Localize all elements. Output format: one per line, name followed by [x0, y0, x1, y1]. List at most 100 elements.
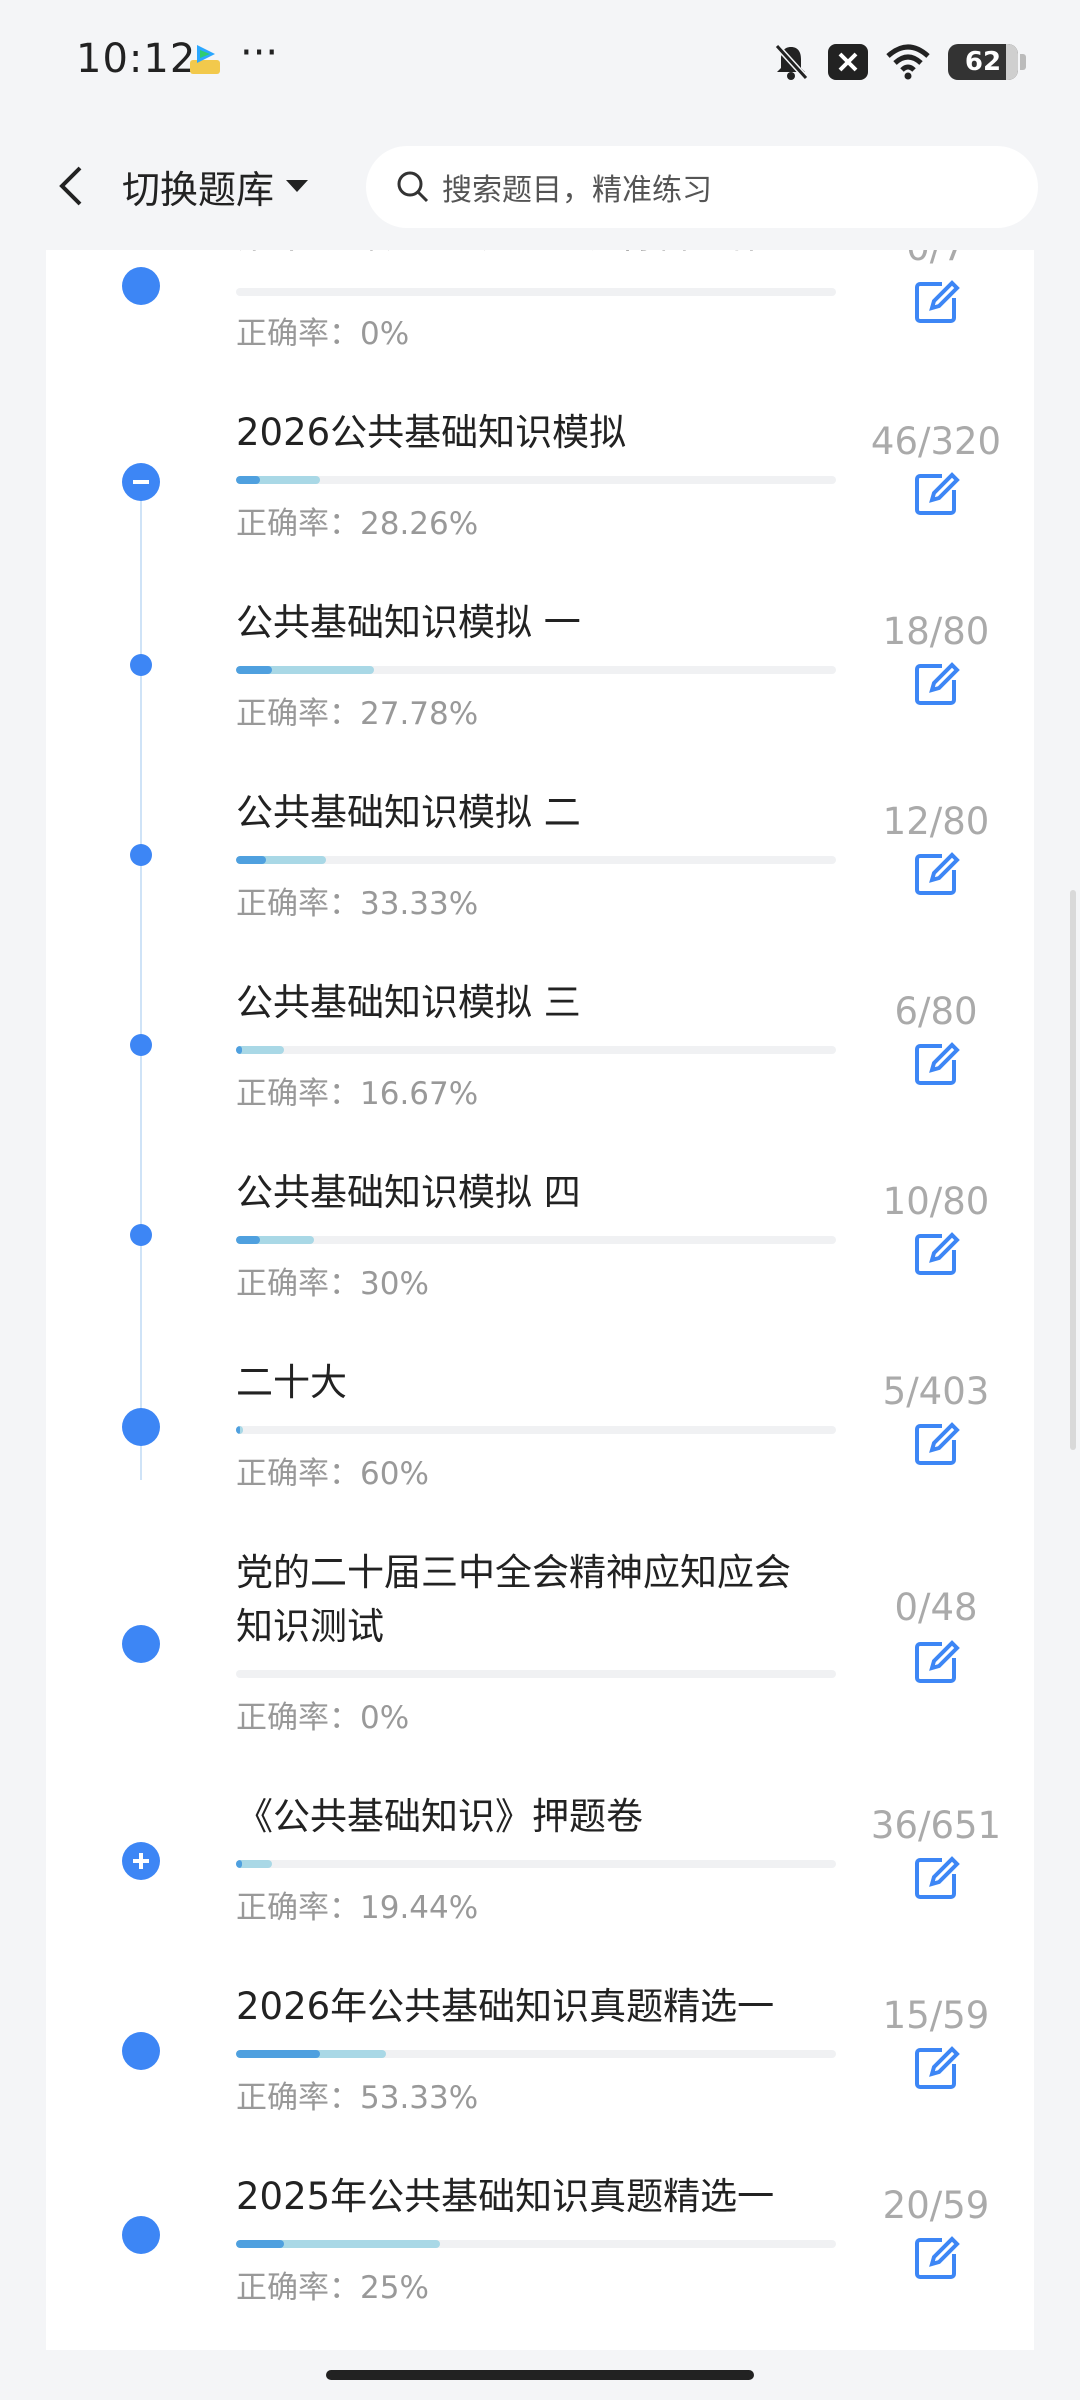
row-count: 10/80	[882, 1180, 990, 1223]
row-accuracy: 正确率：28.26%	[236, 506, 479, 542]
progress-bar	[236, 1236, 836, 1244]
timeline-dot	[122, 2032, 160, 2070]
correct-fill	[236, 2050, 320, 2058]
row-title: 第十一部分 主观论述及材料写作	[236, 250, 836, 262]
correct-fill	[236, 476, 260, 484]
progress-bar	[236, 666, 836, 674]
progress-bar	[236, 1670, 836, 1678]
row-accuracy: 正确率：16.67%	[236, 1076, 479, 1112]
timeline-dot	[130, 1224, 152, 1246]
row-title: 公共基础知识模拟 二	[236, 791, 581, 834]
row-accuracy: 正确率：0%	[236, 316, 410, 352]
edit-icon[interactable]	[912, 850, 960, 898]
status-more-icon: ···	[240, 30, 279, 76]
timeline-dot	[130, 654, 152, 676]
caret-down-icon	[286, 180, 309, 192]
row-title: 2026公共基础知识模拟	[236, 411, 627, 454]
row-count: 0/7	[866, 250, 1006, 269]
progress-bar	[236, 1860, 836, 1868]
edit-icon[interactable]	[912, 660, 960, 708]
row-count: 36/651	[870, 1804, 1002, 1847]
minus-circle-icon	[133, 480, 149, 484]
row-count: 0/48	[894, 1586, 978, 1629]
status-bar: 10:12 ··· 62	[0, 0, 1080, 120]
correct-fill	[236, 1046, 242, 1054]
back-button[interactable]	[40, 156, 100, 216]
edit-icon[interactable]	[912, 2044, 960, 2092]
switch-bank-label: 切换题库	[122, 167, 275, 212]
row-count: 15/59	[882, 1994, 990, 2037]
correct-fill	[236, 856, 266, 864]
row-accuracy: 正确率：19.44%	[236, 1890, 479, 1926]
row-accuracy: 正确率：27.78%	[236, 696, 479, 732]
row-accuracy: 正确率：60%	[236, 1456, 429, 1492]
edit-icon[interactable]	[912, 470, 960, 518]
progress-bar	[236, 476, 836, 484]
row-accuracy: 正确率：30%	[236, 1266, 429, 1302]
search-input[interactable]: 搜索题目，精准练习	[366, 146, 1038, 228]
row-count: 18/80	[882, 610, 990, 653]
expand-button[interactable]	[122, 1842, 160, 1880]
row-count: 20/59	[882, 2184, 990, 2227]
collapse-button[interactable]	[122, 463, 160, 501]
row-accuracy: 正确率：0%	[236, 1700, 410, 1736]
row-title: 二十大	[236, 1361, 347, 1404]
progress-bar	[236, 2050, 836, 2058]
battery-icon: 62	[948, 44, 1026, 80]
row-accuracy: 正确率：53.33%	[236, 2080, 479, 2116]
header: 切换题库 搜索题目，精准练习	[0, 120, 1080, 250]
battery-level: 62	[964, 47, 1002, 77]
edit-icon[interactable]	[912, 278, 960, 326]
progress-fill	[236, 1046, 284, 1054]
row-title: 《公共基础知识》押题卷	[236, 1795, 643, 1838]
edit-icon[interactable]	[912, 1638, 960, 1686]
search-placeholder: 搜索题目，精准练习	[442, 173, 712, 208]
row-title: 公共基础知识模拟 四	[236, 1171, 581, 1214]
progress-bar	[236, 856, 836, 864]
progress-bar	[236, 1426, 836, 1434]
chevron-left-icon	[59, 166, 82, 206]
edit-icon[interactable]	[912, 1230, 960, 1278]
scrollbar[interactable]	[1070, 890, 1076, 1450]
switch-bank-button[interactable]: 切换题库	[122, 158, 310, 214]
timeline-connector	[140, 480, 142, 1480]
edit-icon[interactable]	[912, 1040, 960, 1088]
progress-bar	[236, 288, 836, 296]
correct-fill	[236, 1236, 260, 1244]
timeline-dot	[122, 2216, 160, 2254]
row-accuracy: 正确率：33.33%	[236, 886, 479, 922]
row-count: 46/320	[870, 420, 1002, 463]
progress-bar	[236, 2240, 836, 2248]
row-title: 2026年公共基础知识真题精选一	[236, 1985, 775, 2028]
row-title: 党的二十届三中全会精神应知应会知识测试	[236, 1551, 791, 1648]
timeline-dot	[130, 844, 152, 866]
edit-icon[interactable]	[912, 1854, 960, 1902]
correct-fill	[236, 666, 272, 674]
row-count: 5/403	[882, 1370, 990, 1413]
timeline-dot	[122, 267, 160, 305]
row-title: 2025年公共基础知识真题精选一	[236, 2175, 775, 2218]
progress-bar	[236, 1046, 836, 1054]
timeline-dot	[122, 1408, 160, 1446]
row-count: 6/80	[894, 990, 978, 1033]
search-icon	[397, 171, 429, 203]
status-indicators: 62	[772, 40, 1026, 84]
correct-fill	[236, 1860, 242, 1868]
plus-circle-icon	[133, 1853, 149, 1869]
close-box-icon	[828, 44, 868, 80]
bell-mute-icon	[774, 43, 809, 81]
timeline-dot	[122, 1625, 160, 1663]
home-indicator[interactable]	[326, 2370, 754, 2380]
row-title: 公共基础知识模拟 一	[236, 601, 581, 644]
app-notification-icon	[190, 45, 220, 74]
edit-icon[interactable]	[912, 1420, 960, 1468]
edit-icon[interactable]	[912, 2234, 960, 2282]
timeline-dot	[130, 1034, 152, 1056]
question-bank-list: 第十一部分 主观论述及材料写作 正确率：0% 0/7 2026公共基础知识模拟 …	[46, 250, 1034, 2350]
wifi-icon	[886, 44, 930, 80]
correct-fill	[236, 2240, 284, 2248]
row-accuracy: 正确率：25%	[236, 2270, 429, 2306]
row-title: 公共基础知识模拟 三	[236, 981, 581, 1024]
correct-fill	[236, 1426, 241, 1434]
row-count: 12/80	[882, 800, 990, 843]
